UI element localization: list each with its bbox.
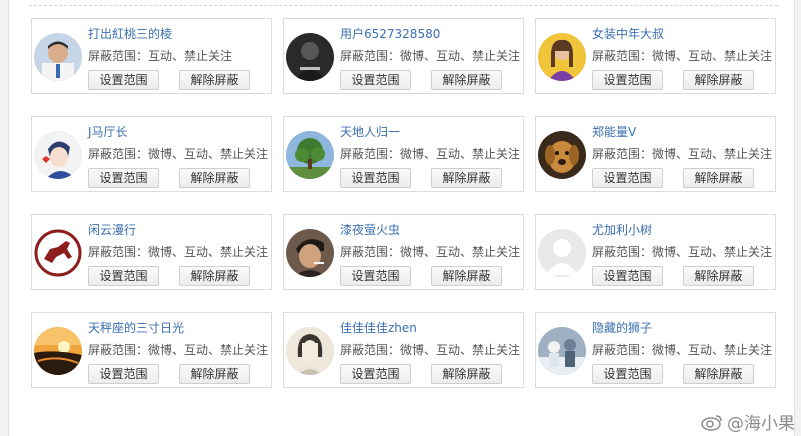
user-name-link[interactable]: 打出紅桃三的棱 — [88, 25, 172, 42]
user-name-link[interactable]: 天秤座的三寸日光 — [88, 319, 184, 336]
unblock-button[interactable]: 解除屏蔽 — [431, 70, 502, 90]
blocked-user-card: 天秤座的三寸日光 屏蔽范围：微博、互动、禁止关注 设置范围 解除屏蔽 — [31, 312, 272, 388]
avatar[interactable] — [34, 229, 82, 277]
avatar[interactable] — [286, 131, 334, 179]
block-scope-text: 屏蔽范围：互动、禁止关注 — [88, 49, 233, 63]
avatar-dark-figure — [286, 33, 334, 81]
unblock-button[interactable]: 解除屏蔽 — [683, 168, 754, 188]
avatar-snowy-figures — [538, 327, 586, 375]
avatar-man-in-white-coat — [34, 33, 82, 81]
set-scope-button[interactable]: 设置范围 — [592, 70, 663, 90]
blocked-user-card: 隐藏的狮子 屏蔽范围：微博、互动、禁止关注 设置范围 解除屏蔽 — [535, 312, 776, 388]
block-scope-text: 屏蔽范围：微博、互动、禁止关注 — [592, 245, 773, 259]
avatar-dog — [538, 131, 586, 179]
weibo-logo-icon — [701, 414, 722, 431]
block-scope-text: 屏蔽范围：微博、互动、禁止关注 — [340, 49, 521, 63]
unblock-button[interactable]: 解除屏蔽 — [431, 266, 502, 286]
blocked-user-card: 尤加利小树 屏蔽范围：微博、互动、禁止关注 设置范围 解除屏蔽 — [535, 214, 776, 290]
set-scope-button[interactable]: 设置范围 — [88, 364, 159, 384]
unblock-button[interactable]: 解除屏蔽 — [683, 70, 754, 90]
avatar-sketch-girl — [286, 327, 334, 375]
avatar[interactable] — [34, 131, 82, 179]
set-scope-button[interactable]: 设置范围 — [340, 266, 411, 286]
unblock-button[interactable]: 解除屏蔽 — [431, 168, 502, 188]
set-scope-button[interactable]: 设置范围 — [592, 266, 663, 286]
avatar[interactable] — [286, 327, 334, 375]
unblock-button[interactable]: 解除屏蔽 — [179, 168, 250, 188]
avatar-tree — [286, 131, 334, 179]
avatar[interactable] — [286, 33, 334, 81]
avatar-woman-in-yellow — [538, 33, 586, 81]
set-scope-button[interactable]: 设置范围 — [88, 168, 159, 188]
blocked-user-card: 郑能量V 屏蔽范围：微博、互动、禁止关注 设置范围 解除屏蔽 — [535, 116, 776, 192]
avatar[interactable] — [538, 229, 586, 277]
avatar[interactable] — [34, 33, 82, 81]
user-name-link[interactable]: 郑能量V — [592, 123, 636, 140]
avatar-red-horse-logo — [34, 229, 82, 277]
set-scope-button[interactable]: 设置范围 — [88, 266, 159, 286]
blocked-user-card: 闲云漫行 屏蔽范围：微博、互动、禁止关注 设置范围 解除屏蔽 — [31, 214, 272, 290]
avatar-sunset — [34, 327, 82, 375]
divider — [29, 5, 778, 6]
avatar[interactable] — [538, 327, 586, 375]
user-name-link[interactable]: 闲云漫行 — [88, 221, 136, 238]
blocked-user-card: 天地人归一 屏蔽范围：微博、互动、禁止关注 设置范围 解除屏蔽 — [283, 116, 524, 192]
user-name-link[interactable]: J马厅长 — [88, 123, 128, 140]
blocked-user-card: 女装中年大叔 屏蔽范围：微博、互动、禁止关注 设置范围 解除屏蔽 — [535, 18, 776, 94]
user-name-link[interactable]: 天地人归一 — [340, 123, 400, 140]
unblock-button[interactable]: 解除屏蔽 — [179, 266, 250, 286]
user-name-link[interactable]: 女装中年大叔 — [592, 25, 664, 42]
user-name-link[interactable]: 尤加利小树 — [592, 221, 652, 238]
unblock-button[interactable]: 解除屏蔽 — [179, 364, 250, 384]
block-scope-text: 屏蔽范围：微博、互动、禁止关注 — [340, 245, 521, 259]
block-scope-text: 屏蔽范围：微博、互动、禁止关注 — [88, 245, 269, 259]
set-scope-button[interactable]: 设置范围 — [88, 70, 159, 90]
avatar-anime-boy — [34, 131, 82, 179]
set-scope-button[interactable]: 设置范围 — [340, 364, 411, 384]
block-scope-text: 屏蔽范围：微博、互动、禁止关注 — [340, 147, 521, 161]
set-scope-button[interactable]: 设置范围 — [592, 168, 663, 188]
watermark: @海小果 — [701, 409, 795, 434]
unblock-button[interactable]: 解除屏蔽 — [683, 364, 754, 384]
block-scope-text: 屏蔽范围：微博、互动、禁止关注 — [592, 343, 773, 357]
set-scope-button[interactable]: 设置范围 — [340, 168, 411, 188]
blocked-user-card: J马厅长 屏蔽范围：微博、互动、禁止关注 设置范围 解除屏蔽 — [31, 116, 272, 192]
user-name-link[interactable]: 用户6527328580 — [340, 25, 440, 42]
block-scope-text: 屏蔽范围：微博、互动、禁止关注 — [88, 343, 269, 357]
unblock-button[interactable]: 解除屏蔽 — [179, 70, 250, 90]
user-name-link[interactable]: 佳佳佳佳zhen — [340, 319, 417, 336]
avatar-man-with-cigarette — [286, 229, 334, 277]
blocked-user-card: 佳佳佳佳zhen 屏蔽范围：微博、互动、禁止关注 设置范围 解除屏蔽 — [283, 312, 524, 388]
blocked-user-card: 用户6527328580 屏蔽范围：微博、互动、禁止关注 设置范围 解除屏蔽 — [283, 18, 524, 94]
user-name-link[interactable]: 隐藏的狮子 — [592, 319, 652, 336]
blocked-users-panel: 打出紅桃三的棱 屏蔽范围：互动、禁止关注 设置范围 解除屏蔽 用户6527328… — [8, 0, 795, 436]
user-name-link[interactable]: 漆夜萤火虫 — [340, 221, 400, 238]
block-scope-text: 屏蔽范围：微博、互动、禁止关注 — [592, 147, 773, 161]
blocked-user-card: 打出紅桃三的棱 屏蔽范围：互动、禁止关注 设置范围 解除屏蔽 — [31, 18, 272, 94]
unblock-button[interactable]: 解除屏蔽 — [431, 364, 502, 384]
block-scope-text: 屏蔽范围：微博、互动、禁止关注 — [340, 343, 521, 357]
avatar[interactable] — [538, 33, 586, 81]
avatar[interactable] — [538, 131, 586, 179]
avatar[interactable] — [34, 327, 82, 375]
blocked-user-card: 漆夜萤火虫 屏蔽范围：微博、互动、禁止关注 设置范围 解除屏蔽 — [283, 214, 524, 290]
avatar[interactable] — [286, 229, 334, 277]
avatar-default-gray — [538, 229, 586, 277]
unblock-button[interactable]: 解除屏蔽 — [683, 266, 754, 286]
set-scope-button[interactable]: 设置范围 — [592, 364, 663, 384]
block-scope-text: 屏蔽范围：微博、互动、禁止关注 — [592, 49, 773, 63]
watermark-text: @海小果 — [727, 414, 795, 434]
block-scope-text: 屏蔽范围：微博、互动、禁止关注 — [88, 147, 269, 161]
set-scope-button[interactable]: 设置范围 — [340, 70, 411, 90]
